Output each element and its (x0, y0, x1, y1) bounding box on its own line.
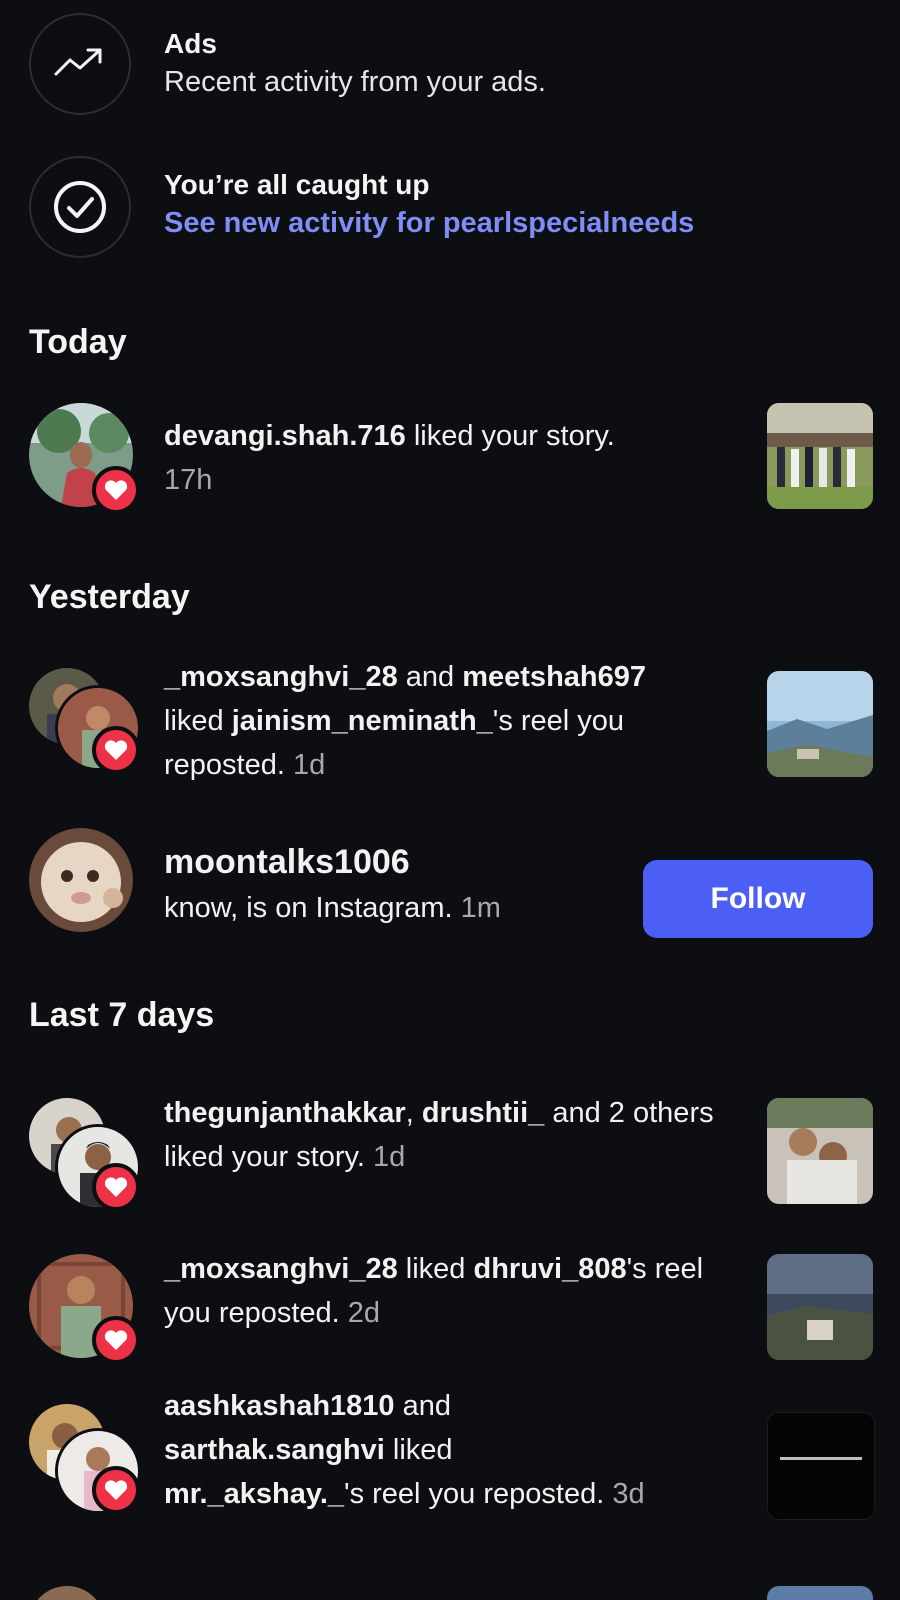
reel-thumbnail[interactable] (767, 1412, 875, 1520)
username[interactable]: _moxsanghvi_28 (164, 1253, 398, 1285)
section-yesterday: Yesterday (29, 578, 190, 616)
heart-icon (92, 1316, 140, 1364)
timestamp: 17h (164, 464, 213, 496)
see-new-activity-link[interactable]: See new activity for pearlspecialneeds (164, 203, 694, 243)
story-thumbnail[interactable] (767, 1098, 873, 1204)
ads-subtitle: Recent activity from your ads. (164, 66, 546, 98)
reel-thumbnail[interactable] (767, 671, 873, 777)
heart-icon (92, 1163, 140, 1211)
avatar[interactable] (29, 1586, 105, 1600)
reel-owner[interactable]: mr._akshay._ (164, 1478, 344, 1510)
timestamp: 3d (612, 1478, 645, 1510)
username[interactable]: sarthak.sanghvi (164, 1434, 385, 1466)
heart-icon (92, 1466, 140, 1514)
username[interactable]: _moxsanghvi_28 (164, 661, 398, 693)
timestamp: 1d (292, 749, 326, 781)
action-text: liked your story. (405, 420, 615, 452)
timestamp: 1m (460, 892, 501, 924)
ads-row[interactable]: Ads Recent activity from your ads. (0, 10, 900, 120)
check-circle-icon (29, 156, 131, 258)
caught-up-row: You’re all caught up See new activity fo… (0, 153, 900, 263)
suggestion-text: know, is on Instagram. (164, 892, 461, 924)
avatar[interactable] (29, 828, 133, 932)
username[interactable]: moontalks1006 (164, 843, 410, 881)
trending-up-icon (29, 13, 131, 115)
timestamp: 1d (372, 1141, 406, 1173)
reel-thumbnail[interactable] (767, 1254, 873, 1360)
caught-up-title: You’re all caught up (164, 169, 430, 200)
heart-icon (92, 726, 140, 774)
ads-title: Ads (164, 28, 217, 59)
username[interactable]: drushtii_ (422, 1097, 544, 1129)
timestamp: 2d (347, 1297, 381, 1329)
reel-owner[interactable]: jainism_neminath_ (232, 705, 493, 737)
follow-button[interactable]: Follow (643, 860, 873, 938)
reel-owner[interactable]: dhruvi_808 (474, 1253, 627, 1285)
heart-icon (92, 466, 140, 514)
notification-partial[interactable] (0, 1582, 900, 1600)
username[interactable]: devangi.shah.716 (164, 420, 406, 452)
story-thumbnail[interactable] (767, 403, 873, 509)
thumbnail[interactable] (767, 1586, 873, 1600)
username[interactable]: thegunjanthakkar (164, 1097, 406, 1129)
username[interactable]: aashkashah1810 (164, 1390, 395, 1422)
section-last-7-days: Last 7 days (29, 996, 215, 1034)
username[interactable]: meetshah697 (462, 661, 646, 693)
section-today: Today (29, 323, 127, 361)
